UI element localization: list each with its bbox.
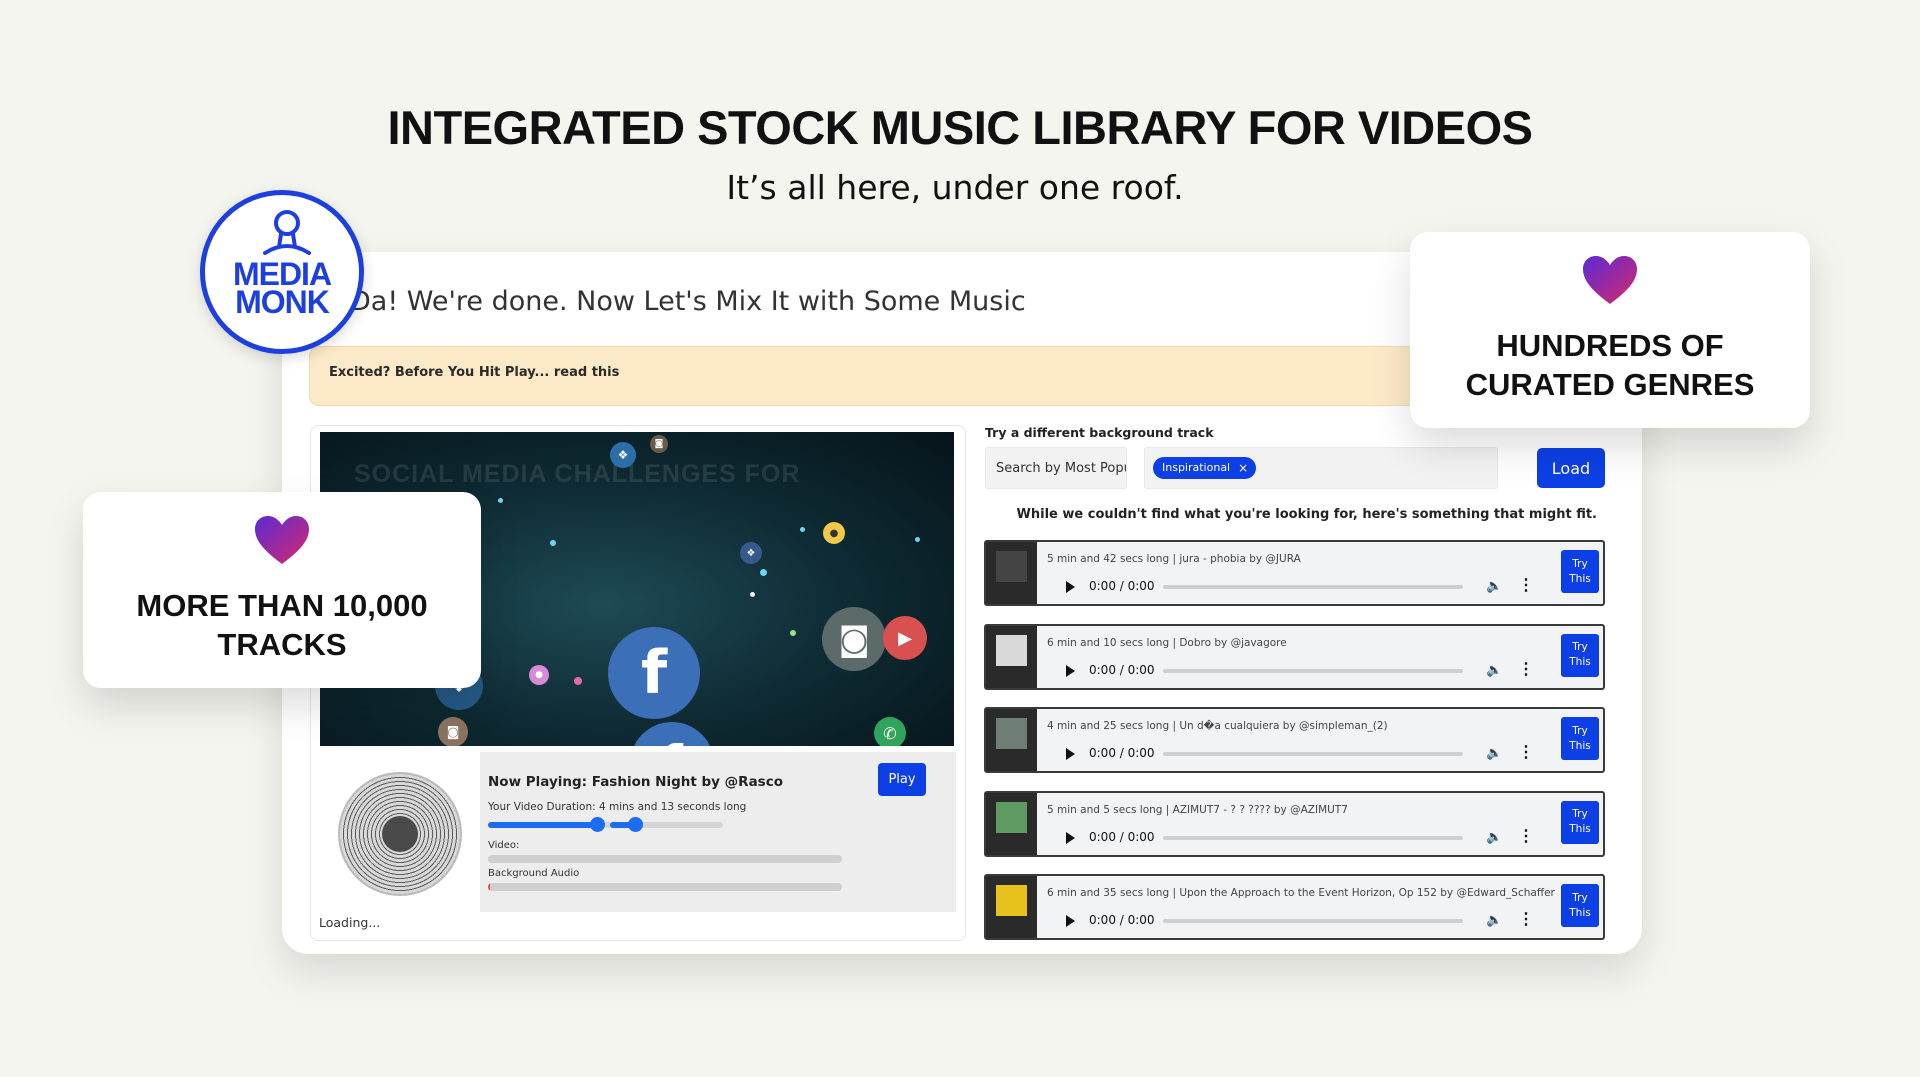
volume-icon[interactable]: 🔈: [1486, 829, 1502, 845]
dribbble-icon: ●: [529, 665, 549, 685]
audio-time: 0:00 / 0:00: [1089, 662, 1155, 677]
try-this-button[interactable]: Try This: [1561, 550, 1599, 593]
play-icon[interactable]: [1066, 831, 1075, 844]
track-art: [986, 542, 1037, 604]
track-art: [986, 876, 1037, 938]
play-icon[interactable]: [1066, 915, 1075, 927]
audio-time: 0:00 / 0:00: [1089, 579, 1155, 593]
play-button[interactable]: Play: [878, 763, 926, 796]
trim-range-selected: [488, 822, 600, 828]
track-row: 6 min and 10 secs long | Dobro by @javag…: [984, 623, 1605, 690]
more-options-icon[interactable]: ⋮: [1518, 659, 1534, 679]
more-options-icon[interactable]: ⋮: [1518, 826, 1534, 846]
audio-seek-bar[interactable]: [1163, 668, 1463, 673]
load-button[interactable]: Load: [1537, 448, 1605, 488]
facebook-icon: f: [608, 627, 700, 719]
snapchat-icon: ●: [823, 522, 845, 544]
close-icon[interactable]: ×: [1238, 457, 1248, 479]
volume-icon[interactable]: 🔈: [1486, 745, 1502, 761]
trim-start-handle[interactable]: [590, 817, 605, 832]
mandala-artwork: [338, 772, 462, 896]
now-playing-title: Now Playing: Fashion Night by @Rasco: [488, 774, 783, 790]
track-art-image: [996, 801, 1027, 833]
genre-chip-label: Inspirational: [1162, 461, 1231, 474]
track-row: 5 min and 42 secs long | jura - phobia b…: [984, 540, 1605, 606]
audio-seek-bar[interactable]: [1163, 585, 1463, 589]
try-this-button[interactable]: Try This: [1561, 800, 1599, 844]
audio-seek-bar[interactable]: [1163, 919, 1463, 923]
more-options-icon[interactable]: ⋮: [1518, 742, 1534, 762]
track-art-image: [996, 718, 1027, 749]
heart-icon: [255, 516, 309, 564]
whatsapp-icon: ✆: [874, 717, 906, 746]
trim-end-handle[interactable]: [628, 817, 643, 832]
video-progress-bar[interactable]: [488, 855, 842, 863]
dropbox-icon: ❖: [740, 542, 762, 564]
play-icon[interactable]: [1066, 748, 1075, 760]
volume-icon[interactable]: 🔈: [1486, 578, 1502, 594]
track-row: 5 min and 5 secs long | AZIMUT7 - ? ? ??…: [984, 790, 1605, 857]
track-title: 5 min and 42 secs long | jura - phobia b…: [1047, 553, 1301, 565]
video-progress-label: Video:: [488, 840, 520, 851]
genre-chip[interactable]: Inspirational ×: [1153, 457, 1257, 479]
track-artwork: [320, 752, 480, 912]
audio-seek-bar[interactable]: [1163, 835, 1463, 840]
audio-progress-bar[interactable]: [488, 883, 842, 891]
instagram-icon: ◙: [822, 607, 886, 671]
track-art-image: [996, 885, 1027, 916]
track-art: [986, 625, 1037, 688]
track-title: 5 min and 5 secs long | AZIMUT7 - ? ? ??…: [1047, 803, 1348, 816]
volume-icon[interactable]: 🔈: [1486, 662, 1502, 678]
genre-tag-input[interactable]: Inspirational ×: [1144, 447, 1498, 489]
track-title: 6 min and 10 secs long | Dobro by @javag…: [1047, 636, 1287, 649]
instagram-icon: ◙: [438, 717, 468, 746]
try-this-button[interactable]: Try This: [1561, 633, 1599, 677]
audio-time: 0:00 / 0:00: [1089, 829, 1155, 844]
track-art: [986, 709, 1037, 771]
try-this-button[interactable]: Try This: [1561, 717, 1599, 760]
track-title: 4 min and 25 secs long | Un d�a cualquie…: [1047, 720, 1388, 732]
app-title: Da! We're done. Now Let's Mix It with So…: [350, 286, 1026, 317]
volume-icon[interactable]: 🔈: [1486, 912, 1502, 928]
tracks-callout-text: MORE THAN 10,000 TRACKS: [136, 588, 428, 662]
fallback-message: While we couldn't find what you're looki…: [1016, 507, 1597, 522]
more-options-icon[interactable]: ⋮: [1518, 909, 1534, 929]
logo-text-line2: MONK: [235, 284, 330, 320]
audio-time: 0:00 / 0:00: [1089, 746, 1155, 760]
facebook-icon: f: [630, 722, 714, 746]
play-icon[interactable]: [1066, 581, 1075, 593]
heart-icon: [1583, 256, 1637, 304]
loading-status: Loading...: [319, 915, 381, 930]
tracks-callout: MORE THAN 10,000 TRACKS: [83, 492, 481, 688]
notice-text: Excited? Before You Hit Play... read thi…: [329, 365, 620, 380]
monk-figure-icon: [263, 210, 311, 255]
track-art: [986, 792, 1037, 855]
play-icon[interactable]: [1066, 664, 1075, 677]
track-art-image: [996, 551, 1027, 582]
video-duration: Your Video Duration: 4 mins and 13 secon…: [488, 801, 747, 813]
page-headline: INTEGRATED STOCK MUSIC LIBRARY FOR VIDEO…: [387, 101, 1534, 154]
video-watermark: SOCIAL MEDIA CHALLENGES FOR: [354, 460, 801, 488]
genres-callout-text: HUNDREDS OF CURATED GENRES: [1465, 328, 1755, 402]
sort-select[interactable]: Search by Most Popular: [985, 447, 1127, 489]
audio-time: 0:00 / 0:00: [1089, 913, 1155, 927]
dropbox-icon: ❖: [610, 442, 636, 468]
track-row: 4 min and 25 secs long | Un d�a cualquie…: [984, 707, 1605, 773]
search-heading: Try a different background track: [985, 425, 1214, 440]
track-row: 6 min and 35 secs long | Upon the Approa…: [984, 874, 1605, 940]
media-monk-logo: MEDIA MONK: [200, 190, 364, 354]
audio-seek-bar[interactable]: [1163, 752, 1463, 756]
audio-progress-label: Background Audio: [488, 868, 580, 879]
more-options-icon[interactable]: ⋮: [1518, 575, 1534, 595]
track-title: 6 min and 35 secs long | Upon the Approa…: [1047, 887, 1555, 899]
genres-callout: HUNDREDS OF CURATED GENRES: [1410, 232, 1810, 428]
youtube-icon: ▶: [883, 616, 927, 660]
instagram-icon: ◙: [650, 435, 668, 453]
try-this-button[interactable]: Try This: [1561, 884, 1599, 927]
track-art-image: [996, 634, 1027, 666]
